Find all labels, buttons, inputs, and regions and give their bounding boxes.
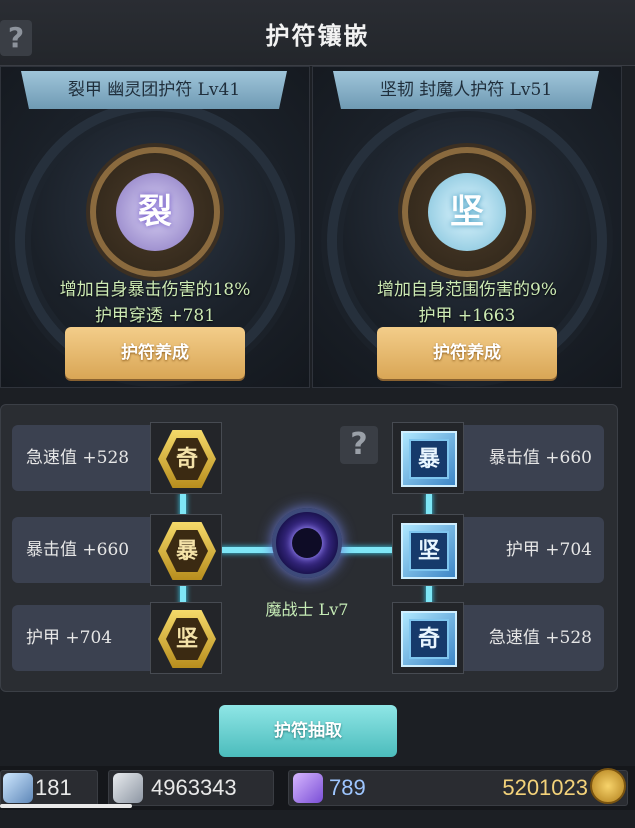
currency-value: 181 — [35, 775, 72, 800]
armor-icon — [113, 773, 143, 803]
gold-coin-icon[interactable] — [590, 768, 626, 804]
rune-slot-right-3[interactable]: 奇 — [392, 602, 464, 674]
rune-glyph: 暴 — [166, 530, 208, 572]
amulet-card-right: 坚 坚韧 封魔人护符 Lv51 增加自身范围伤害的9% 护甲 +1663 护符养… — [312, 66, 622, 388]
rune-slot-left-3[interactable]: 坚 — [150, 602, 222, 674]
rune-slot-right-1[interactable]: 暴 — [392, 422, 464, 494]
home-indicator — [0, 804, 132, 808]
amulet-banner: 裂甲 幽灵团护符 Lv41 — [21, 71, 287, 109]
rune-glyph: 奇 — [409, 619, 449, 659]
crystal-icon — [293, 773, 323, 803]
amulet-upgrade-button[interactable]: 护符养成 — [377, 327, 557, 379]
character-portrait-icon[interactable] — [272, 508, 342, 578]
amulet-glyph: 坚 — [428, 173, 506, 251]
amulet-medal-right[interactable]: 坚 — [402, 147, 532, 277]
amulet-stat: 护甲 +1663 — [418, 306, 516, 326]
help-icon[interactable]: ? — [340, 426, 378, 464]
amulet-medal-left[interactable]: 裂 — [90, 147, 220, 277]
sword-icon — [3, 773, 33, 803]
rune-link — [340, 547, 396, 553]
amulet-glyph: 裂 — [116, 173, 194, 251]
rune-link — [219, 547, 277, 553]
gold-value: 5201023 — [502, 775, 588, 800]
rune-slot-left-2[interactable]: 暴 — [150, 514, 222, 586]
rune-glyph: 暴 — [409, 439, 449, 479]
currency-sword: 181 — [0, 770, 98, 806]
amulet-effect: 增加自身范围伤害的9% — [377, 280, 557, 300]
amulet-upgrade-button[interactable]: 护符养成 — [65, 327, 245, 379]
currency-value: 4963343 — [151, 775, 237, 800]
character-label: 魔战士 Lv7 — [265, 600, 349, 619]
page-title: 护符镶嵌 — [265, 21, 370, 50]
amulet-banner: 坚韧 封魔人护符 Lv51 — [333, 71, 599, 109]
amulet-card-left: 裂 裂甲 幽灵团护符 Lv41 增加自身暴击伤害的18% 护甲穿透 +781 护… — [0, 66, 310, 388]
draw-amulet-button[interactable]: 护符抽取 — [219, 705, 397, 757]
currency-armor: 4963343 — [108, 770, 274, 806]
rune-glyph: 奇 — [166, 438, 208, 480]
currency-value: 789 — [329, 775, 366, 800]
rune-slot-left-1[interactable]: 奇 — [150, 422, 222, 494]
amulet-effect: 增加自身暴击伤害的18% — [59, 280, 251, 300]
rune-glyph: 坚 — [166, 618, 208, 660]
amulet-stat: 护甲穿透 +781 — [94, 306, 216, 326]
rune-glyph: 坚 — [409, 531, 449, 571]
rune-slot-right-2[interactable]: 坚 — [392, 514, 464, 586]
